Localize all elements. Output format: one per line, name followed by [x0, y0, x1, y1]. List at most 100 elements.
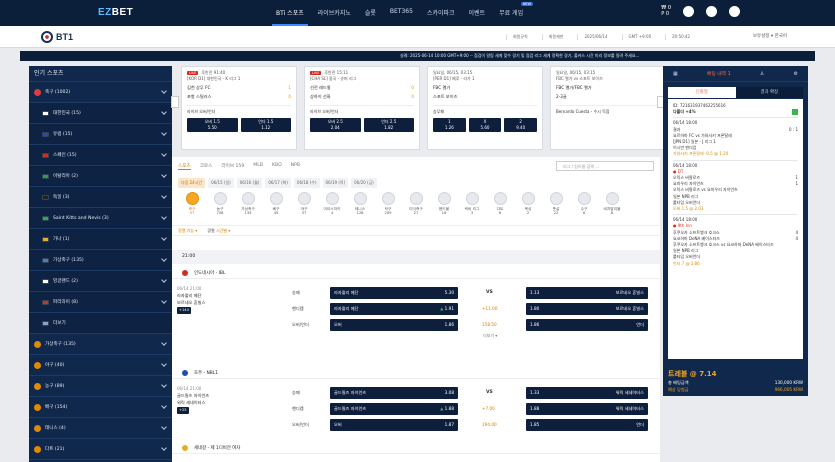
- limits-link[interactable]: 회원제한: [541, 34, 563, 40]
- sort-dropdown[interactable]: 정렬 기능 ▾: [178, 228, 197, 233]
- odds-button[interactable]: 1 1.26: [433, 118, 466, 132]
- odds-button[interactable]: 1.13 보르네오 혼빌스: [526, 287, 648, 299]
- sidebar-item[interactable]: 배구 (154): [29, 397, 172, 418]
- odds-button[interactable]: 오버 1.86: [330, 319, 458, 331]
- day-tab[interactable]: 06/17 (화): [265, 178, 291, 188]
- sidebar-item[interactable]: 야구 (40): [29, 355, 172, 376]
- nav-events[interactable]: 이벤트: [469, 8, 486, 17]
- sidebar-item[interactable]: 스페인 (15): [29, 145, 172, 166]
- more-markets-badge[interactable]: +144: [177, 307, 191, 314]
- sport-category[interactable]: 가상축구 135: [234, 192, 262, 216]
- sidebar-item[interactable]: 유럽 (15): [29, 124, 172, 145]
- odds-button[interactable]: 골드필즈 자이언츠 ▲ 1.88: [330, 403, 458, 415]
- sport-category[interactable]: 야구 37: [290, 192, 318, 216]
- sidebar-item[interactable]: 독일 (3): [29, 187, 172, 208]
- nav-bti-sports[interactable]: BTi 스포츠: [272, 8, 308, 26]
- day-tab[interactable]: 06/19 (목): [322, 178, 349, 188]
- sidebar-item[interactable]: 농구 (89): [29, 376, 172, 397]
- sport-category[interactable]: 수구 6: [570, 192, 598, 216]
- sport-category[interactable]: 탁구 209: [374, 192, 402, 216]
- day-tab[interactable]: 06/16 (월): [236, 178, 263, 188]
- more-link[interactable]: 더보기 ▾: [483, 333, 497, 339]
- odds-button[interactable]: 오버 1.87: [330, 419, 458, 431]
- time-sort-dropdown[interactable]: 시간별 ▾: [216, 228, 230, 233]
- tab-sport[interactable]: 크로스: [200, 163, 213, 170]
- tab-single[interactable]: 단폴형: [668, 87, 736, 98]
- odds-button[interactable]: 골드필즈 자이언츠 3.08: [330, 387, 458, 399]
- league-header[interactable]: 세네갈 - 제 1디비전 여자: [172, 442, 660, 454]
- tab-sport[interactable]: 스포츠: [178, 163, 191, 170]
- odds-button[interactable]: 오버 1.5 5.50: [187, 118, 238, 132]
- odds-button[interactable]: 1.80 보르네오 혼빌스: [526, 303, 648, 315]
- nav-live-casino[interactable]: 라이브카지노: [318, 8, 351, 17]
- sidebar-item[interactable]: 다트 (21): [29, 439, 172, 460]
- headset-icon[interactable]: [729, 5, 740, 17]
- sport-category[interactable]: 축구 57: [178, 192, 206, 216]
- calendar-icon[interactable]: ▦: [673, 71, 678, 77]
- sport-category[interactable]: 럭비 리그 3: [458, 192, 486, 216]
- nav-slots[interactable]: 슬롯: [365, 8, 376, 17]
- tab-sport[interactable]: NPB: [291, 163, 300, 170]
- sidebar-item[interactable]: 이탈리아 (2): [29, 166, 172, 187]
- odds-button[interactable]: 1.33 워릭 세네이터스: [526, 387, 648, 399]
- day-tab[interactable]: 06/15 (일): [208, 178, 234, 188]
- bt1-logo[interactable]: BT1: [41, 31, 73, 43]
- sport-category[interactable]: 다트 6: [486, 192, 514, 216]
- league-header[interactable]: 인도네시아 - IBL: [172, 267, 660, 279]
- tab-result[interactable]: 결과 확정: [735, 87, 803, 98]
- odds-button[interactable]: 오버 2.5 2.04: [310, 118, 361, 132]
- odds-button[interactable]: 2 9.40: [504, 118, 538, 132]
- tab-sport[interactable]: KBO: [272, 163, 282, 170]
- match-card[interactable]: LIVE 후반전 91:40 [KOR D1] 대한민국 - K 리그 1 김천 상무…: [181, 66, 297, 150]
- sport-category[interactable]: 배구 45: [262, 192, 290, 216]
- day-tab[interactable]: 06/18 (수): [293, 178, 320, 188]
- day-tab[interactable]: 다음 24시간: [178, 178, 206, 188]
- sport-category[interactable]: 농구 708: [206, 192, 234, 216]
- sport-category[interactable]: 풋살 22: [542, 192, 570, 216]
- sport-category[interactable]: 복싱 2: [514, 192, 542, 216]
- sidebar-item[interactable]: 테니스 (4): [29, 418, 172, 439]
- odds-button[interactable]: 라자왈리 메단 5.30: [330, 287, 458, 299]
- nav-skypark[interactable]: 스카이파크: [427, 8, 455, 17]
- odds-button[interactable]: 언더 2.5 1.82: [363, 118, 414, 132]
- match-card[interactable]: 일요일, 06/15, 03:15 FBC 멜가 vs 스포트 보이즈 FBC 멜가…: [550, 66, 666, 150]
- sidebar-item[interactable]: 가나 (1): [29, 229, 172, 250]
- match-card[interactable]: LIVE 후반전 15:11 [CHA SL] 중국 - 슈퍼 리그 선전 레드윙 0 상…: [304, 66, 420, 150]
- user-icon[interactable]: ♙: [760, 71, 764, 77]
- ezbet-logo[interactable]: EZBET: [98, 7, 133, 18]
- odds-button[interactable]: 라자왈리 메단 ▲ 1.91: [330, 303, 458, 315]
- sport-category[interactable]: 비치발리볼 8: [598, 192, 626, 216]
- sidebar-item[interactable]: Saint Kitts and Nevis (3): [29, 208, 172, 229]
- gear-icon[interactable]: ⚙: [794, 71, 798, 77]
- league-search-input[interactable]: 리그 / 팀이름 검색 ...: [556, 161, 654, 171]
- odds-button[interactable]: 1.85 언더: [526, 419, 648, 431]
- user-icon[interactable]: [706, 5, 717, 17]
- sidebar-item[interactable]: 가상축구 (135): [29, 250, 172, 271]
- odds-button[interactable]: 1.88 워릭 세네이터스: [526, 403, 648, 415]
- sport-category[interactable]: 미식축구 27: [402, 192, 430, 216]
- nav-bet365[interactable]: BET365: [390, 8, 413, 17]
- sidebar-item[interactable]: 잉글랜드 (2): [29, 271, 172, 292]
- sport-category[interactable]: 테니스 128: [346, 192, 374, 216]
- odds-button[interactable]: 언더 1.5 1.12: [240, 118, 291, 132]
- day-tab[interactable]: 06/20 (금): [351, 178, 377, 188]
- slip-title[interactable]: 배팅 내역 1: [707, 70, 731, 77]
- sidebar-item[interactable]: 가상축구 (135): [29, 334, 172, 355]
- match-card[interactable]: 일요일, 06/15, 03:15 [PER D1] 페루 - 리가 1 FBC 멜…: [427, 66, 543, 150]
- sidebar-item[interactable]: 더보기: [29, 313, 172, 334]
- sidebar-item[interactable]: 대한민국 (15): [29, 103, 172, 124]
- odds-button[interactable]: 1.86 언더: [526, 319, 648, 331]
- tab-sport[interactable]: 라이브 159: [221, 163, 244, 170]
- nav-free-game[interactable]: 무료 게임 NEW: [499, 2, 534, 17]
- bell-icon[interactable]: [683, 5, 694, 17]
- rules-link[interactable]: 회원규칙: [506, 34, 528, 40]
- sport-category[interactable]: 아이스하키 4: [318, 192, 346, 216]
- sidebar-item[interactable]: 파라과이 (8): [29, 292, 172, 313]
- sport-category[interactable]: 핸드볼 16: [430, 192, 458, 216]
- more-markets-badge[interactable]: +25: [177, 407, 189, 414]
- settings-dropdown[interactable]: 보유설정 ▾ 한국어: [753, 33, 787, 39]
- odds-button[interactable]: X 5.60: [468, 118, 502, 132]
- league-header[interactable]: 호주 - NBL1: [172, 367, 660, 379]
- sidebar-item[interactable]: 축구 (1002): [29, 82, 172, 103]
- prev-arrow-icon[interactable]: [171, 96, 179, 108]
